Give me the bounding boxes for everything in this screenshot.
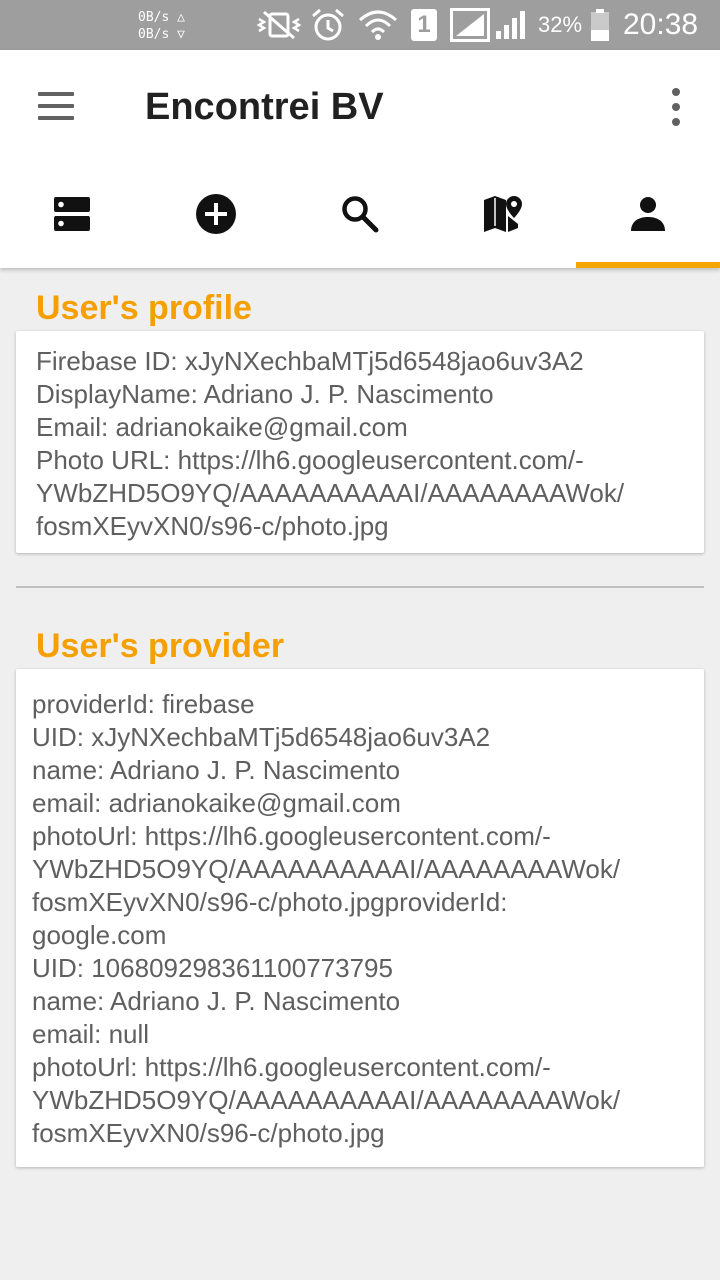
status-bar: 0B/s △ 0B/s ▽ 1 32% 20:38 <box>0 0 720 50</box>
app-title: Encontrei BV <box>145 86 384 128</box>
provider-line: photoUrl: https://lh6.googleusercontent.… <box>32 1052 551 1082</box>
profile-photo-url: Photo URL: https://lh6.googleusercontent… <box>36 445 584 475</box>
search-icon <box>342 196 379 233</box>
wifi-icon <box>358 8 398 42</box>
signal-strength-icon <box>450 8 490 42</box>
provider-line: google.com <box>32 920 167 950</box>
add-circle-icon <box>196 194 236 234</box>
provider-line: name: Adriano J. P. Nascimento <box>32 986 401 1016</box>
map-icon <box>484 196 522 232</box>
profile-firebase-id: Firebase ID: xJyNXechbaMTj5d6548jao6uv3A… <box>36 346 584 376</box>
provider-line: YWbZHD5O9YQ/AAAAAAAAAAI/AAAAAAAAWok/ <box>32 1085 621 1115</box>
sim-card-icon: 1 <box>410 8 438 42</box>
profile-display-name: DisplayName: Adriano J. P. Nascimento <box>36 379 494 409</box>
tab-add[interactable] <box>144 178 288 266</box>
battery-percent: 32% <box>538 12 583 37</box>
clock: 20:38 <box>623 8 699 41</box>
app-bar: Encontrei BV <box>0 50 720 268</box>
network-speed: 0B/s △ 0B/s ▽ <box>138 9 185 43</box>
profile-card: Firebase ID: xJyNXechbaMTj5d6548jao6uv3A… <box>16 331 704 553</box>
vibrate-off-icon <box>256 8 302 42</box>
tab-bar <box>0 178 720 268</box>
download-speed: 0B/s ▽ <box>138 27 185 42</box>
tab-map[interactable] <box>432 178 576 266</box>
provider-line: UID: xJyNXechbaMTj5d6548jao6uv3A2 <box>32 722 491 752</box>
provider-line: name: Adriano J. P. Nascimento <box>32 755 401 785</box>
menu-icon[interactable] <box>36 90 76 122</box>
provider-line: photoUrl: https://lh6.googleusercontent.… <box>32 821 551 851</box>
alarm-icon <box>310 8 346 42</box>
section-divider <box>16 586 704 588</box>
tab-profile[interactable] <box>576 178 720 268</box>
list-icon <box>54 197 90 231</box>
profile-photo-url-cont: YWbZHD5O9YQ/AAAAAAAAAAI/AAAAAAAAWok/ <box>36 478 625 508</box>
tab-search[interactable] <box>288 178 432 266</box>
provider-line: email: null <box>32 1019 150 1049</box>
provider-line: fosmXEyvXN0/s96-c/photo.jpgproviderId: <box>32 887 508 917</box>
provider-line: fosmXEyvXN0/s96-c/photo.jpg <box>32 1118 385 1148</box>
profile-heading: User's profile <box>36 289 252 327</box>
provider-line: providerId: firebase <box>32 689 255 719</box>
upload-speed: 0B/s △ <box>138 10 185 25</box>
sim-slot-label: 1 <box>411 9 437 41</box>
provider-line: YWbZHD5O9YQ/AAAAAAAAAAI/AAAAAAAAWok/ <box>32 854 621 884</box>
provider-line: UID: 106809298361100773795 <box>32 953 393 983</box>
more-options-icon[interactable] <box>660 86 692 128</box>
profile-email: Email: adrianokaike@gmail.com <box>36 412 408 442</box>
person-icon <box>631 197 665 231</box>
provider-heading: User's provider <box>36 627 285 665</box>
signal-bars-icon <box>494 8 528 42</box>
provider-line: email: adrianokaike@gmail.com <box>32 788 401 818</box>
battery-icon <box>588 8 612 42</box>
provider-card: providerId: firebase UID: xJyNXechbaMTj5… <box>16 669 704 1167</box>
tab-list[interactable] <box>0 178 144 266</box>
profile-photo-url-cont: fosmXEyvXN0/s96-c/photo.jpg <box>36 511 389 541</box>
